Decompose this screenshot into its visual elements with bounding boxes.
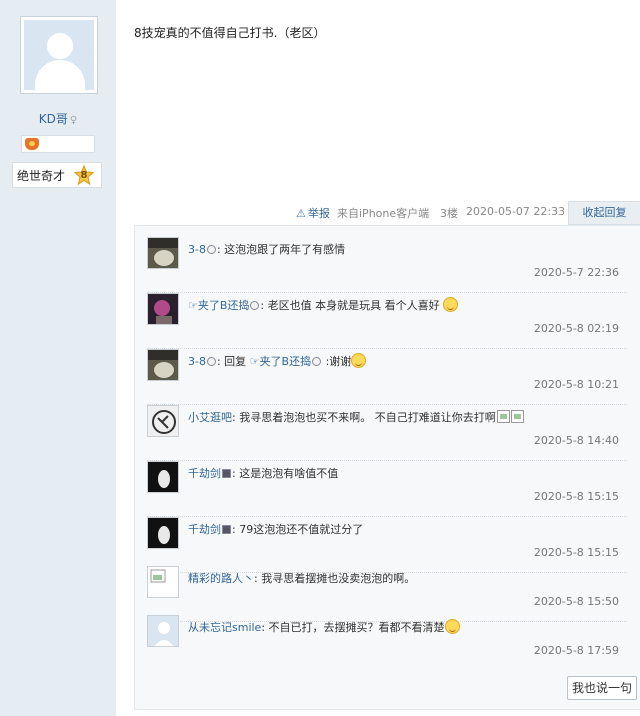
client-source: 来自iPhone客户端 <box>337 207 430 220</box>
rank-level: 8 <box>80 169 88 181</box>
report-link[interactable]: ⚠ 举报 <box>296 205 330 221</box>
comment-line: 精彩的路人丶: 我寻思着摆摊也没卖泡泡的啊。 <box>188 570 415 586</box>
comment-date: 2020-5-8 02:19 <box>533 322 619 335</box>
smile-emoji-icon <box>351 353 367 368</box>
commenter-name[interactable]: 夹了B还捣 <box>198 299 250 312</box>
commenter-name[interactable]: 3-8 <box>188 243 206 256</box>
commenter-name-prefix: ☞ <box>188 299 198 312</box>
level-badge-icon <box>250 301 260 310</box>
commenter-name[interactable]: 精彩的路人丶 <box>188 572 254 585</box>
commenter-name[interactable]: 3-8 <box>188 355 206 368</box>
post-main: 8技宠真的不值得自己打书.（老区） ⚠ 举报 来自iPhone客户端 3楼 202… <box>116 0 640 716</box>
list-item: 千劫剑 : 这是泡泡有啥值不值 2020-5-8 15:15 <box>147 461 627 517</box>
floor-number: 3楼 <box>440 207 458 220</box>
default-avatar-icon <box>148 616 178 646</box>
list-item: 3-8 : 回复 ☞夹了B还捣 :谢谢 2020-5-8 10:21 <box>147 349 627 405</box>
smile-emoji-icon <box>444 619 460 634</box>
photo-icon <box>148 238 178 268</box>
comment-date: 2020-5-8 10:21 <box>533 378 619 391</box>
commenter-avatar[interactable] <box>147 517 179 549</box>
image-icon[interactable] <box>496 410 510 423</box>
comment-line: 千劫剑 : 79这泡泡还不值就过分了 <box>188 521 363 537</box>
logo-icon <box>148 406 178 436</box>
comment-text-2: :谢谢 <box>322 355 352 368</box>
author-avatar[interactable] <box>20 16 98 94</box>
author-sidebar: KD哥 ♀ 绝世奇才 8 <box>0 0 116 716</box>
comment-date: 2020-5-8 17:59 <box>533 644 619 657</box>
comment-date: 2020-5-8 15:15 <box>533 546 619 559</box>
rank-star-icon: 8 <box>73 165 95 185</box>
list-item: 3-8 : 这泡泡跟了两年了有感情 2020-5-7 22:36 <box>147 237 627 293</box>
image-icon[interactable] <box>510 410 524 423</box>
default-avatar-icon <box>24 20 94 90</box>
commenter-avatar[interactable] <box>147 405 179 437</box>
commenter-avatar[interactable] <box>147 293 179 325</box>
broken-image-icon <box>148 567 178 597</box>
author-name-text[interactable]: KD哥 <box>39 112 68 126</box>
comment-date: 2020-5-7 22:36 <box>533 266 619 279</box>
level-badge-icon <box>222 525 231 534</box>
list-item: 千劫剑 : 79这泡泡还不值就过分了 2020-5-8 15:15 <box>147 517 627 573</box>
comment-line: 3-8 : 这泡泡跟了两年了有感情 <box>188 241 345 257</box>
add-reply-button[interactable]: 我也说一句 <box>567 676 637 700</box>
level-badge-icon <box>206 245 216 254</box>
medal-box <box>21 135 95 153</box>
comment-text: : 这泡泡跟了两年了有感情 <box>216 243 346 256</box>
collapse-replies-button[interactable]: 收起回复 <box>568 201 640 225</box>
comment-line: 小艾逛吧: 我寻思着泡泡也买不来啊。 不自己打难道让你去打啊 <box>188 409 524 425</box>
list-item: 从未忘记smile: 不自已打，去摆摊买？看都不看清楚 2020-5-8 17:… <box>147 615 627 671</box>
comment-text: : 这是泡泡有啥值不值 <box>232 467 339 480</box>
comment-text: : 我寻思着摆摊也没卖泡泡的啊。 <box>254 572 416 585</box>
comment-line: 千劫剑 : 这是泡泡有啥值不值 <box>188 465 338 481</box>
level-badge-icon <box>312 357 322 366</box>
commenter-name[interactable]: 小艾逛吧 <box>188 411 232 424</box>
level-badge-icon <box>222 469 231 478</box>
commenter-name[interactable]: 千劫剑 <box>188 523 221 536</box>
post-datetime: 2020-05-07 22:33 <box>466 205 566 218</box>
comment-line: 从未忘记smile: 不自已打，去摆摊买？看都不看清楚 <box>188 619 460 635</box>
comment-text: : 回复 <box>216 355 250 368</box>
commenter-name[interactable]: 千劫剑 <box>188 467 221 480</box>
level-badge-icon <box>206 357 216 366</box>
list-item: 精彩的路人丶: 我寻思着摆摊也没卖泡泡的啊。 2020-5-8 15:50 <box>147 566 627 622</box>
commenter-avatar[interactable] <box>147 349 179 381</box>
post-content: 8技宠真的不值得自己打书.（老区） <box>134 26 326 40</box>
medal-icon[interactable] <box>25 138 39 150</box>
comment-date: 2020-5-8 15:15 <box>533 490 619 503</box>
comment-text: : 我寻思着泡泡也买不来啊。 不自己打难道让你去打啊 <box>232 411 496 424</box>
comment-line: ☞夹了B还捣 : 老区也值 本身就是玩具 看个人喜好 <box>188 297 459 313</box>
report-label[interactable]: 举报 <box>308 207 330 220</box>
post-meta: ⚠ 举报 来自iPhone客户端 3楼 2020-05-07 22:33 收起回复 <box>116 201 640 225</box>
photo-icon <box>148 350 178 380</box>
smile-emoji-icon <box>443 297 459 312</box>
commenter-avatar[interactable] <box>147 615 179 647</box>
photo-icon <box>148 462 178 492</box>
gender-icon: ♀ <box>69 115 78 126</box>
commenter-name[interactable]: 从未忘记smile <box>188 621 261 634</box>
list-item: ☞夹了B还捣 : 老区也值 本身就是玩具 看个人喜好 2020-5-8 02:19 <box>147 293 627 349</box>
warning-icon: ⚠ <box>296 207 306 220</box>
comment-text: : 79这泡泡还不值就过分了 <box>232 523 364 536</box>
commenter-avatar[interactable] <box>147 237 179 269</box>
commenter-avatar[interactable] <box>147 461 179 493</box>
rank-title: 绝世奇才 <box>17 168 66 183</box>
comment-date: 2020-5-8 14:40 <box>533 434 619 447</box>
comment-text: : 不自已打，去摆摊买？看都不看清楚 <box>261 621 445 634</box>
comment-line: 3-8 : 回复 ☞夹了B还捣 :谢谢 <box>188 353 367 369</box>
reply-list: 3-8: 这泡泡跟了两年了有感情 2020-5-7 22:36 ☞夹了B还捣: … <box>134 225 640 710</box>
photo-icon <box>148 518 178 548</box>
commenter-avatar[interactable] <box>147 566 179 598</box>
author-name[interactable]: KD哥 ♀ <box>0 110 116 127</box>
comment-text: : 老区也值 本身就是玩具 看个人喜好 <box>260 299 440 312</box>
rank-badge: 绝世奇才 8 <box>12 162 102 188</box>
reply-to-name[interactable]: ☞夹了B还捣 <box>250 355 311 368</box>
photo-icon <box>148 294 178 324</box>
comment-date: 2020-5-8 15:50 <box>533 595 619 608</box>
list-item: 小艾逛吧: 我寻思着泡泡也买不来啊。 不自己打难道让你去打啊 2020-5-8 … <box>147 405 627 461</box>
